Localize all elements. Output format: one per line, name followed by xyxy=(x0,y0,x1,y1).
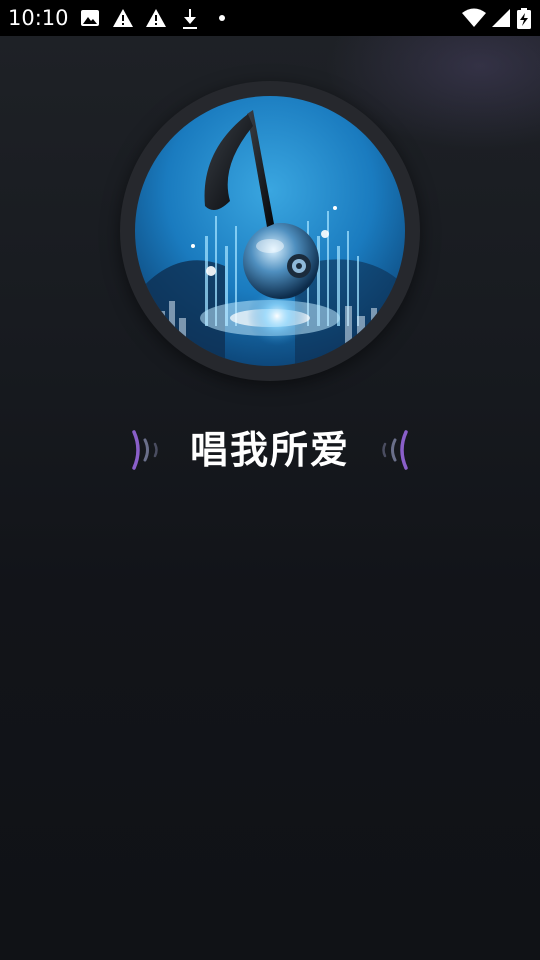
cellular-signal-icon xyxy=(491,8,511,28)
album-disc xyxy=(120,81,420,381)
app-title: 唱我所爱 xyxy=(189,428,350,472)
warning-icon xyxy=(112,8,133,28)
splash-screen: 唱我所爱 xyxy=(0,36,540,960)
title-row: 唱我所爱 xyxy=(0,424,540,476)
sound-wave-left-icon xyxy=(128,428,168,472)
music-note-speaker-art xyxy=(135,96,405,366)
status-bar: 10:10 xyxy=(0,0,540,36)
image-icon xyxy=(80,8,100,28)
battery-charging-icon xyxy=(516,8,532,29)
status-time: 10:10 xyxy=(8,6,69,30)
sound-wave-right-icon xyxy=(372,428,412,472)
wifi-icon xyxy=(462,8,486,28)
warning-icon xyxy=(145,8,166,28)
download-icon xyxy=(180,8,200,29)
dot-icon xyxy=(216,8,236,28)
